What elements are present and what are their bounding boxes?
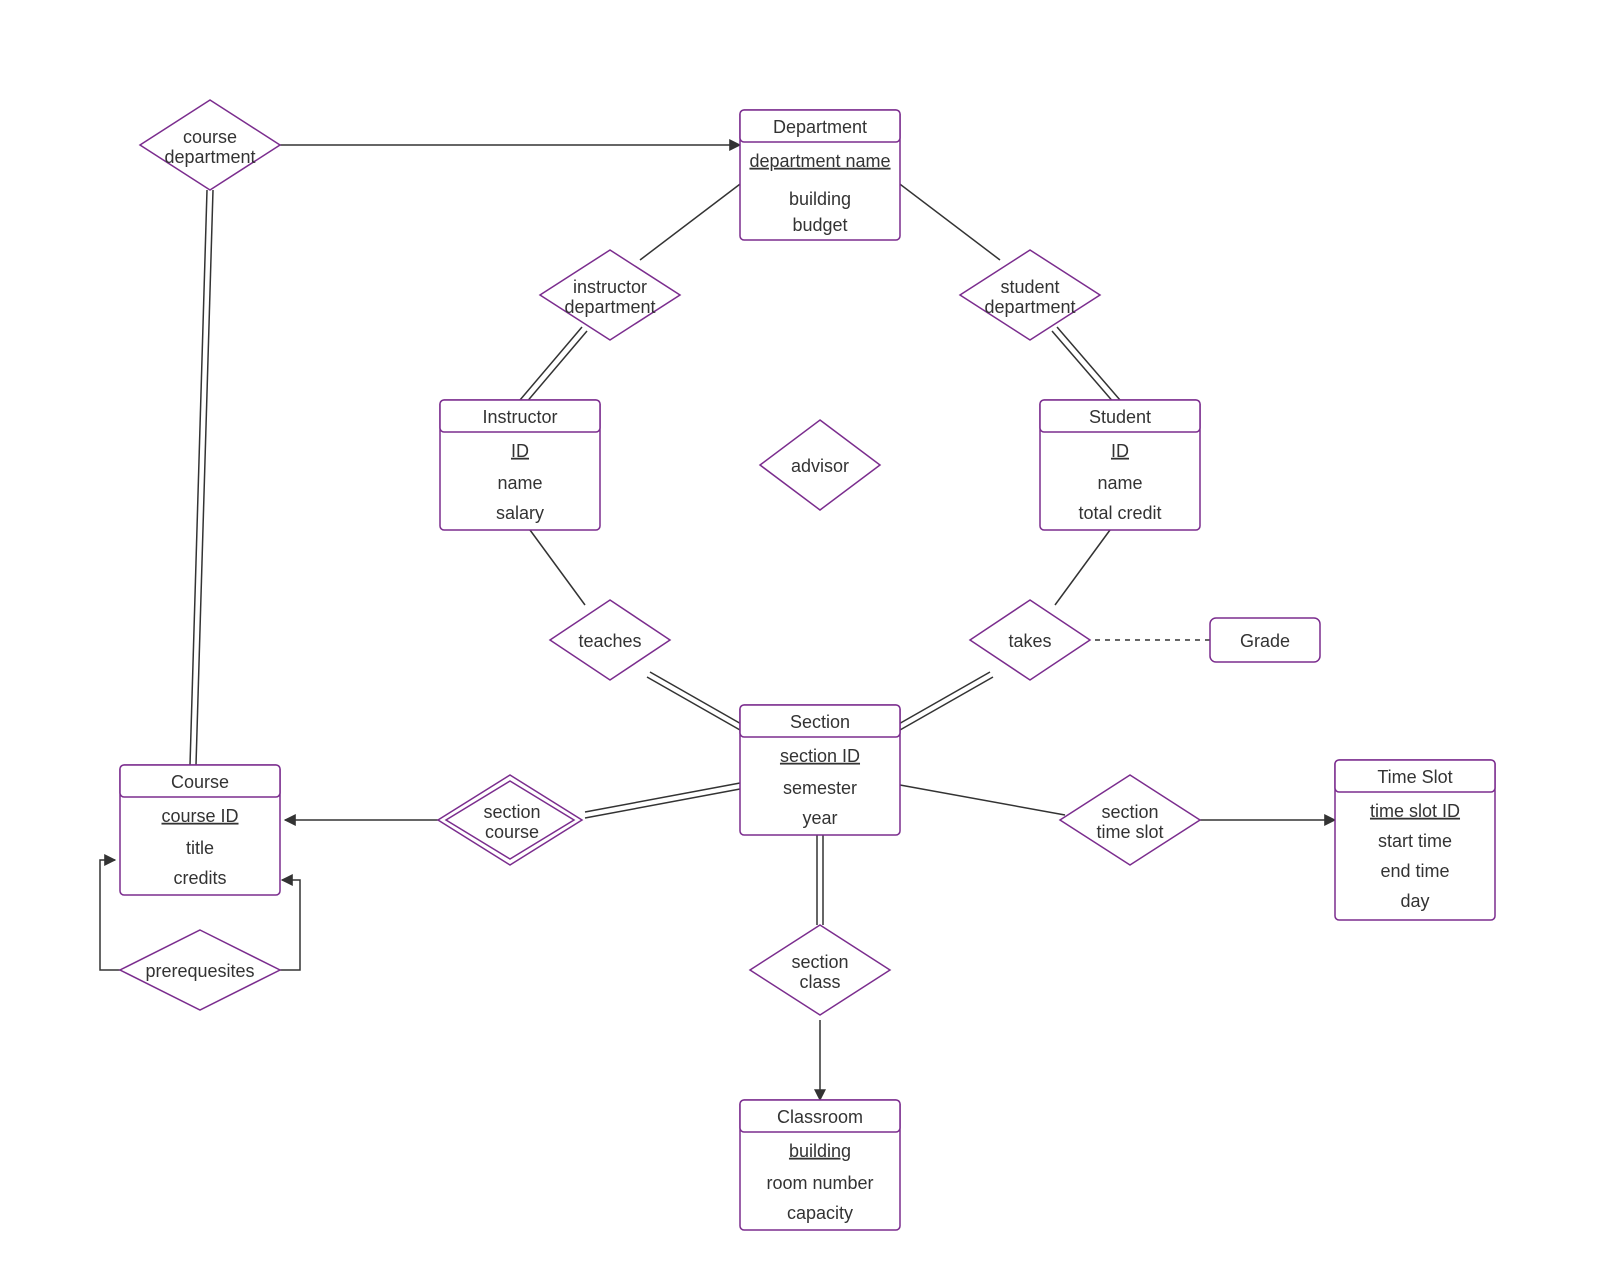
edge-seccourse-section-a — [585, 783, 740, 812]
edge-takes-section-a — [897, 672, 990, 725]
rel-student-department-l2: department — [984, 297, 1075, 317]
rel-teaches: teaches — [550, 600, 670, 680]
entity-instructor-title: Instructor — [482, 407, 557, 427]
edge-studdept-student-a — [1052, 331, 1115, 404]
rel-takes-l1: takes — [1008, 631, 1051, 651]
rel-section-timeslot-l1: section — [1101, 802, 1158, 822]
entity-student: Student ID name total credit — [1040, 400, 1200, 530]
rel-course-department-l1: course — [183, 127, 237, 147]
rel-section-course-l1: section — [483, 802, 540, 822]
entity-instructor-a1: salary — [496, 503, 544, 523]
entity-section-key: section ID — [780, 746, 860, 766]
entity-student-a0: name — [1097, 473, 1142, 493]
rel-section-class-l1: section — [791, 952, 848, 972]
entity-timeslot-a1: end time — [1380, 861, 1449, 881]
entity-department-a1: budget — [792, 215, 847, 235]
rel-instructor-department: instructor department — [540, 250, 680, 340]
entity-course-title: Course — [171, 772, 229, 792]
rel-student-department-l1: student — [1000, 277, 1059, 297]
entity-timeslot: Time Slot time slot ID start time end ti… — [1335, 760, 1495, 920]
edge-instdept-instructor-a — [520, 327, 582, 400]
entity-timeslot-a0: start time — [1378, 831, 1452, 851]
attr-grade: Grade — [1210, 618, 1320, 662]
entity-course-a1: credits — [173, 868, 226, 888]
edge-instdept-department — [640, 175, 752, 260]
rel-section-timeslot-l2: time slot — [1096, 822, 1163, 842]
entity-student-key: ID — [1111, 441, 1129, 461]
entity-section-a0: semester — [783, 778, 857, 798]
rel-teaches-l1: teaches — [578, 631, 641, 651]
entity-department-key: department name — [749, 151, 890, 171]
rel-advisor: advisor — [760, 420, 880, 510]
rel-section-timeslot: section time slot — [1060, 775, 1200, 865]
edge-instdept-instructor-b — [525, 331, 587, 404]
entity-classroom-title: Classroom — [777, 1107, 863, 1127]
entity-classroom-a0: room number — [766, 1173, 873, 1193]
entity-timeslot-key: time slot ID — [1370, 801, 1460, 821]
edge-studdept-student-b — [1057, 327, 1120, 400]
entity-student-a1: total credit — [1078, 503, 1161, 523]
entity-classroom-a1: capacity — [787, 1203, 853, 1223]
rel-course-department-l2: department — [164, 147, 255, 167]
rel-instructor-department-l1: instructor — [573, 277, 647, 297]
entity-course-key: course ID — [161, 806, 238, 826]
entity-department: Department department name building budg… — [740, 110, 900, 240]
edge-teaches-instructor — [530, 530, 585, 605]
edge-takes-student — [1055, 530, 1110, 605]
edge-studdept-department — [888, 175, 1000, 260]
entity-section: Section section ID semester year — [740, 705, 900, 835]
edge-teaches-section-a — [647, 677, 740, 730]
entity-timeslot-title: Time Slot — [1377, 767, 1452, 787]
entity-classroom-key: building — [789, 1141, 851, 1161]
rel-prerequisites: prerequesites — [120, 930, 280, 1010]
entity-department-a0: building — [789, 189, 851, 209]
edge-teaches-section-b — [650, 672, 743, 725]
entity-course: Course course ID title credits — [120, 765, 280, 895]
rel-student-department: student department — [960, 250, 1100, 340]
edge-sectime-section — [900, 785, 1065, 815]
entity-instructor-key: ID — [511, 441, 529, 461]
entity-student-title: Student — [1089, 407, 1151, 427]
rel-course-department: course department — [140, 100, 280, 190]
rel-takes: takes — [970, 600, 1090, 680]
rel-section-class: section class — [750, 925, 890, 1015]
rel-section-class-l2: class — [799, 972, 840, 992]
rel-section-course: section course — [438, 775, 582, 865]
rel-section-course-l2: course — [485, 822, 539, 842]
entity-department-title: Department — [773, 117, 867, 137]
entity-course-a0: title — [186, 838, 214, 858]
rel-instructor-department-l2: department — [564, 297, 655, 317]
rel-advisor-l1: advisor — [791, 456, 849, 476]
edge-seccourse-section-b — [585, 789, 740, 818]
entity-instructor: Instructor ID name salary — [440, 400, 600, 530]
entity-section-title: Section — [790, 712, 850, 732]
entity-timeslot-a2: day — [1400, 891, 1429, 911]
edge-takes-section-b — [900, 677, 993, 730]
rel-prerequisites-l1: prerequesites — [145, 961, 254, 981]
attr-grade-label: Grade — [1240, 631, 1290, 651]
entity-classroom: Classroom building room number capacity — [740, 1100, 900, 1230]
entity-instructor-a0: name — [497, 473, 542, 493]
entity-section-a1: year — [802, 808, 837, 828]
